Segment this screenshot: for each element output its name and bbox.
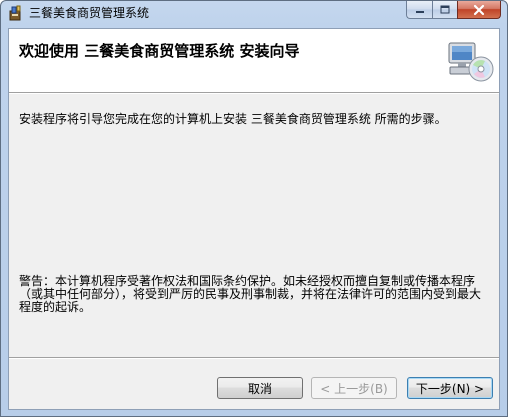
next-button[interactable]: 下一步(N) > <box>407 377 493 399</box>
minimize-button[interactable] <box>406 1 432 19</box>
caption-buttons <box>406 1 501 19</box>
wizard-banner: 欢迎使用 三餐美食商贸管理系统 安装向导 <box>9 29 499 92</box>
installer-window: 三餐美食商贸管理系统 欢迎使用 三餐美食商贸管理系统 安装向导 安装程序将引导您… <box>0 0 508 417</box>
wizard-client-area: 欢迎使用 三餐美食商贸管理系统 安装向导 安装程序将引导您完成在您的计算机上安装… <box>8 28 500 410</box>
wizard-title: 欢迎使用 三餐美食商贸管理系统 安装向导 <box>19 42 300 60</box>
close-icon <box>473 4 485 15</box>
button-divider <box>9 357 499 359</box>
title-bar[interactable]: 三餐美食商贸管理系统 <box>1 1 507 27</box>
maximize-icon <box>440 5 450 13</box>
cancel-button[interactable]: 取消 <box>217 377 303 399</box>
intro-text: 安装程序将引导您完成在您的计算机上安装 三餐美食商贸管理系统 所需的步骤。 <box>19 112 447 126</box>
maximize-button[interactable] <box>432 1 457 19</box>
back-button[interactable]: < 上一步(B) <box>311 377 397 399</box>
window-title: 三餐美食商贸管理系统 <box>29 6 150 20</box>
minimize-icon <box>415 10 424 13</box>
close-button[interactable] <box>457 1 501 19</box>
computer-cd-icon <box>447 37 495 83</box>
installer-app-icon <box>8 5 24 21</box>
copyright-warning: 警告：本计算机程序受著作权法和国际条约保护。如未经授权而擅自复制或传播本程序（或… <box>19 274 482 314</box>
banner-divider <box>9 92 499 94</box>
